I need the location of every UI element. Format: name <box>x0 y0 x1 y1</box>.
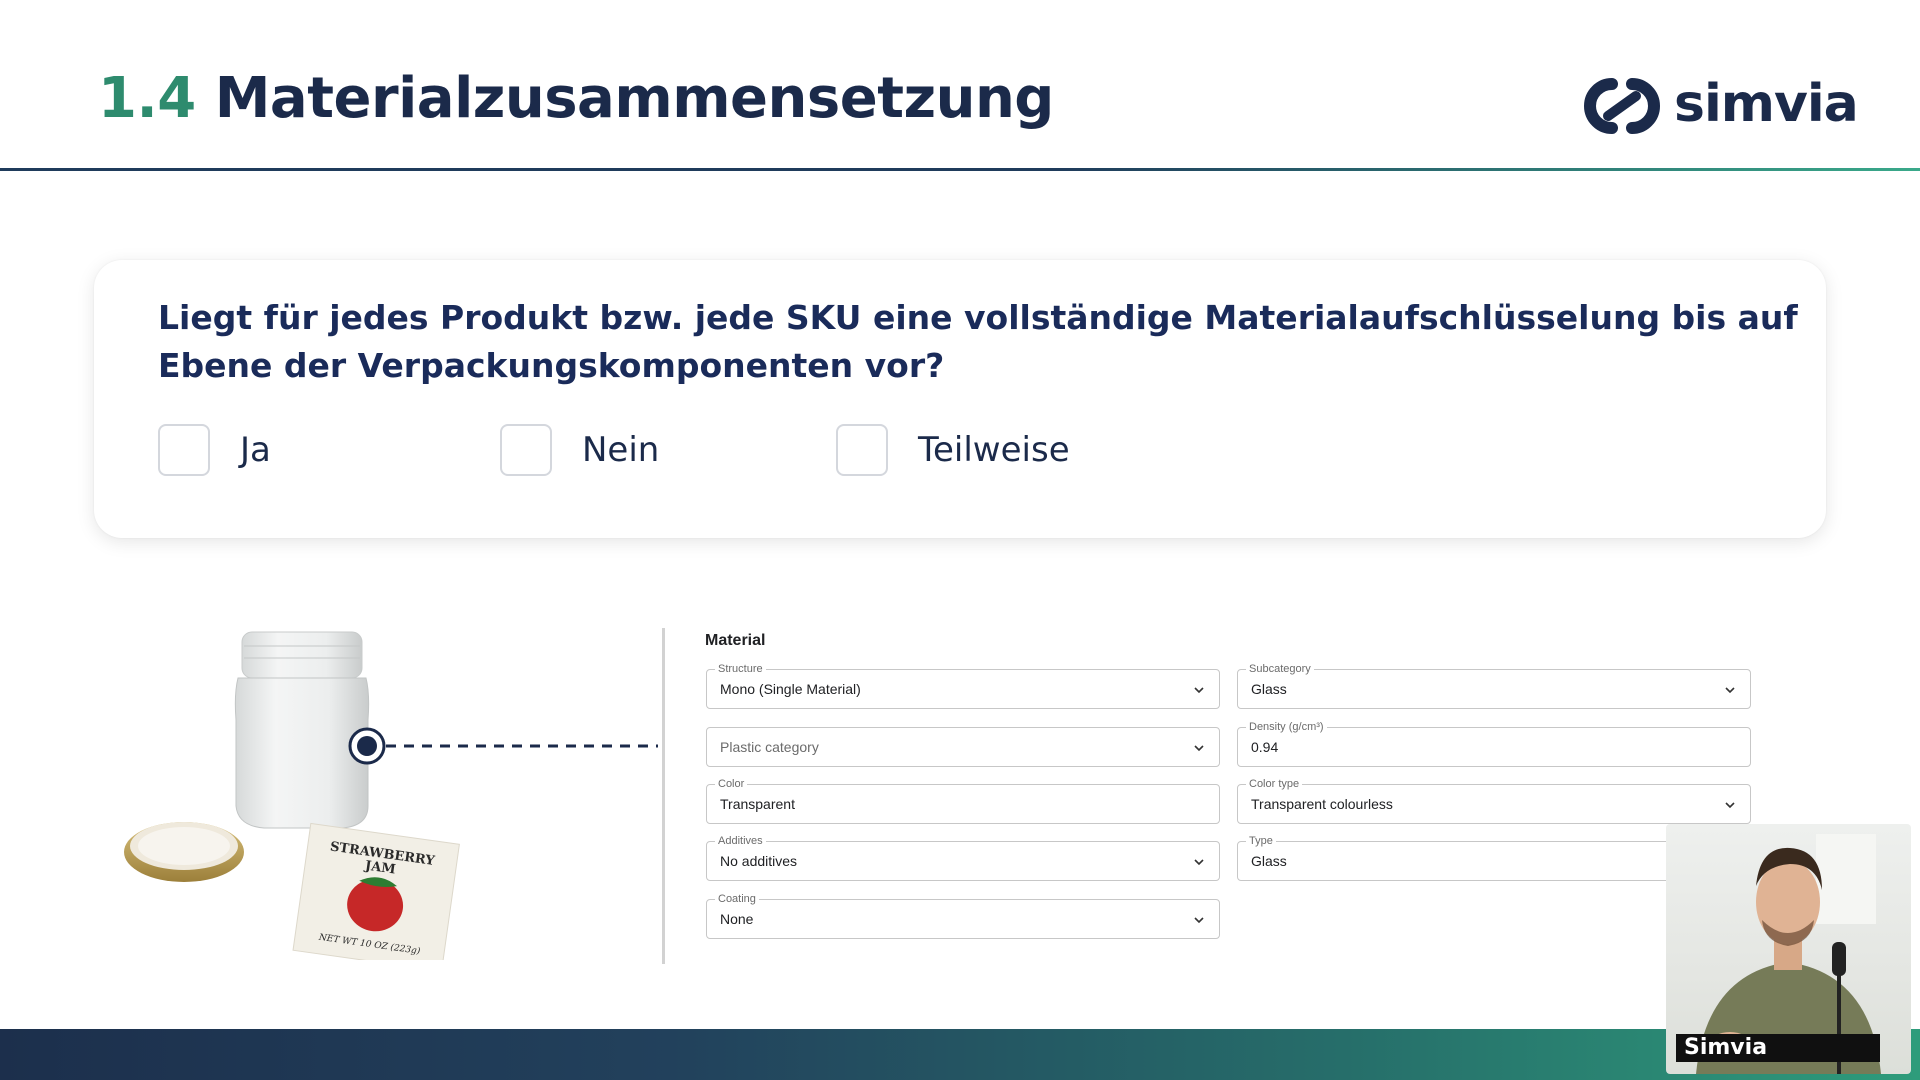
section-number: 1.4 <box>98 66 196 131</box>
option-teilweise[interactable]: Teilweise <box>836 422 1070 478</box>
density-label: Density (g/cm³) <box>1246 720 1327 734</box>
option-nein[interactable]: Nein <box>500 422 659 478</box>
footer-band <box>0 1029 1920 1080</box>
section-title: Materialzusammensetzung <box>214 66 1055 131</box>
component-pointer <box>348 727 658 765</box>
presenter-name-tag: Simvia <box>1676 1034 1880 1062</box>
lid-icon <box>124 822 244 882</box>
header-divider <box>0 168 1920 171</box>
density-value: 0.94 <box>1251 739 1279 755</box>
density-input[interactable]: Density (g/cm³) 0.94 <box>1237 720 1751 767</box>
checkbox-nein[interactable] <box>500 424 552 476</box>
glass-jar-icon <box>234 631 370 829</box>
chevron-down-icon <box>1725 802 1735 809</box>
structure-value: Mono (Single Material) <box>720 681 861 697</box>
subcategory-label: Subcategory <box>1246 662 1314 676</box>
logo-text: simvia <box>1674 74 1859 134</box>
plastic-category-placeholder: Plastic category <box>720 739 819 755</box>
type-label: Type <box>1246 834 1276 848</box>
option-label-teilweise: Teilweise <box>918 430 1070 470</box>
chevron-down-icon <box>1194 745 1204 752</box>
chevron-down-icon <box>1725 687 1735 694</box>
color-value: Transparent <box>720 796 795 812</box>
type-value: Glass <box>1251 853 1287 869</box>
structure-label: Structure <box>715 662 766 676</box>
option-label-ja: Ja <box>240 430 271 470</box>
page-title: 1.4 Materialzusammensetzung <box>98 66 1054 131</box>
additives-label: Additives <box>715 834 766 848</box>
coating-value: None <box>720 911 754 927</box>
subcategory-value: Glass <box>1251 681 1287 697</box>
subcategory-select[interactable]: Subcategory Glass <box>1237 662 1751 709</box>
additives-value: No additives <box>720 853 798 869</box>
option-label-nein: Nein <box>582 430 660 470</box>
color-type-select[interactable]: Color type Transparent colourless <box>1237 777 1751 824</box>
checkbox-ja[interactable] <box>158 424 210 476</box>
additives-select[interactable]: Additives No additives <box>706 834 1220 881</box>
color-input[interactable]: Color Transparent <box>706 777 1220 824</box>
checkbox-teilweise[interactable] <box>836 424 888 476</box>
question-card: Liegt für jedes Produkt bzw. jede SKU ei… <box>94 260 1826 538</box>
logo-mark-icon <box>1584 78 1660 134</box>
question-text: Liegt für jedes Produkt bzw. jede SKU ei… <box>158 298 1798 385</box>
jar-illustration: STRAWBERRY JAM NET WT 10 OZ (223g) <box>124 631 658 960</box>
simvia-logo: simvia <box>1582 74 1859 134</box>
chevron-down-icon <box>1194 859 1204 866</box>
chevron-down-icon <box>1194 687 1204 694</box>
material-heading: Material <box>705 632 766 649</box>
coating-label: Coating <box>715 892 759 906</box>
plastic-category-select[interactable]: Plastic category <box>706 727 1220 767</box>
jam-label-icon: STRAWBERRY JAM NET WT 10 OZ (223g) <box>292 822 460 960</box>
color-label: Color <box>715 777 748 791</box>
color-type-value: Transparent colourless <box>1251 796 1393 812</box>
option-ja[interactable]: Ja <box>158 422 271 478</box>
structure-select[interactable]: Structure Mono (Single Material) <box>706 662 1220 709</box>
color-type-label: Color type <box>1246 777 1303 791</box>
coating-select[interactable]: Coating None <box>706 892 1220 939</box>
vertical-divider <box>662 628 665 964</box>
chevron-down-icon <box>1194 917 1204 924</box>
presenter-video: Simvia <box>1666 824 1911 1074</box>
